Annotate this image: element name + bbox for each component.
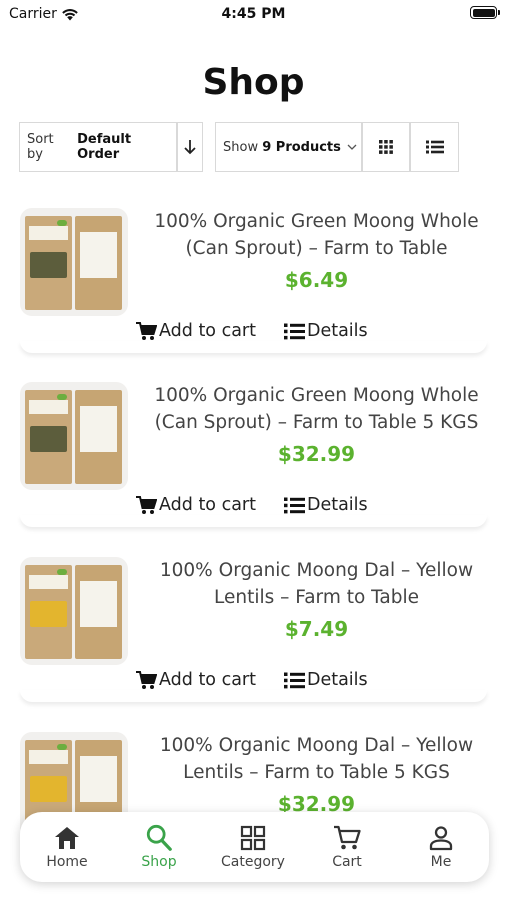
nav-me[interactable]: Me	[394, 824, 488, 870]
sort-select[interactable]: Sort by Default Order	[19, 122, 177, 172]
product-name[interactable]: 100% Organic Moong Dal – Yellow Lentils …	[140, 557, 493, 611]
product-actions: Add to cart Details	[136, 670, 368, 690]
status-bar: Carrier 4:45 PM	[0, 0, 507, 30]
add-to-cart-label: Add to cart	[159, 495, 256, 515]
nav-cart-label: Cart	[332, 854, 362, 870]
product-actions: Add to cart Details	[136, 495, 368, 515]
show-count-select[interactable]: Show 9 Products	[215, 122, 362, 172]
product-item[interactable]: 100% Organic Moong Dal – Yellow Lentils …	[20, 557, 487, 702]
list-icon	[425, 140, 444, 154]
package-image	[25, 390, 72, 484]
bottom-nav: Home Shop Category Cart Me	[20, 812, 489, 882]
sort-prefix: Sort by	[27, 132, 54, 162]
cart-icon	[136, 495, 157, 514]
product-price: $7.49	[284, 617, 349, 641]
product-image[interactable]	[20, 208, 128, 316]
shop-toolbar: Sort by Default Order Show 9 Products	[0, 122, 507, 172]
list-view-button[interactable]	[410, 122, 459, 172]
nav-cart[interactable]: Cart	[300, 824, 394, 870]
product-name[interactable]: 100% Organic Green Moong Whole (Can Spro…	[140, 382, 493, 436]
product-price: $32.99	[277, 442, 356, 466]
add-to-cart-button[interactable]: Add to cart	[136, 321, 256, 341]
arrow-down-icon	[184, 140, 196, 155]
nav-home[interactable]: Home	[20, 824, 114, 870]
search-icon	[146, 824, 172, 851]
package-back-image	[75, 390, 122, 484]
sort-value: Default Order	[77, 132, 132, 162]
list-icon	[283, 323, 305, 339]
details-button[interactable]: Details	[283, 321, 368, 341]
list-icon	[283, 672, 305, 688]
card-divider	[20, 515, 487, 527]
nav-shop-label: Shop	[141, 854, 177, 870]
show-value: 9 Products	[262, 139, 341, 155]
category-icon	[240, 825, 266, 851]
product-image[interactable]	[20, 557, 128, 665]
battery-icon	[470, 6, 500, 19]
product-item[interactable]: 100% Organic Green Moong Whole (Can Spro…	[20, 382, 487, 527]
cart-icon	[136, 321, 157, 340]
add-to-cart-button[interactable]: Add to cart	[136, 670, 256, 690]
package-back-image	[75, 565, 122, 659]
nav-me-label: Me	[430, 854, 452, 870]
card-divider	[20, 341, 487, 353]
product-name[interactable]: 100% Organic Green Moong Whole (Can Spro…	[140, 208, 493, 262]
package-image	[25, 216, 72, 310]
nav-home-label: Home	[46, 854, 88, 870]
card-divider	[20, 690, 487, 702]
grid-view-button[interactable]	[362, 122, 410, 172]
cart-icon	[136, 670, 157, 689]
package-image	[25, 565, 72, 659]
person-icon	[429, 826, 453, 851]
home-icon	[55, 827, 79, 849]
details-button[interactable]: Details	[283, 495, 368, 515]
product-item[interactable]: 100% Organic Green Moong Whole (Can Spro…	[20, 208, 487, 353]
product-image[interactable]	[20, 382, 128, 490]
nav-category[interactable]: Category	[206, 824, 300, 870]
package-back-image	[75, 216, 122, 310]
product-price: $6.49	[284, 268, 349, 292]
show-prefix: Show	[223, 139, 259, 155]
details-button[interactable]: Details	[283, 670, 368, 690]
add-to-cart-button[interactable]: Add to cart	[136, 495, 256, 515]
grid-icon	[379, 140, 393, 154]
cart-icon	[334, 825, 361, 850]
add-to-cart-label: Add to cart	[159, 321, 256, 341]
nav-category-label: Category	[221, 854, 285, 870]
page-title: Shop	[202, 62, 305, 103]
status-time: 4:45 PM	[221, 6, 286, 22]
details-label: Details	[306, 670, 368, 690]
list-icon	[283, 497, 305, 513]
product-actions: Add to cart Details	[136, 321, 368, 341]
product-name[interactable]: 100% Organic Moong Dal – Yellow Lentils …	[140, 732, 493, 786]
details-label: Details	[306, 495, 368, 515]
nav-shop[interactable]: Shop	[112, 824, 206, 870]
details-label: Details	[306, 321, 368, 341]
chevron-down-icon	[347, 144, 357, 150]
add-to-cart-label: Add to cart	[159, 670, 256, 690]
sort-direction-button[interactable]	[177, 122, 203, 172]
